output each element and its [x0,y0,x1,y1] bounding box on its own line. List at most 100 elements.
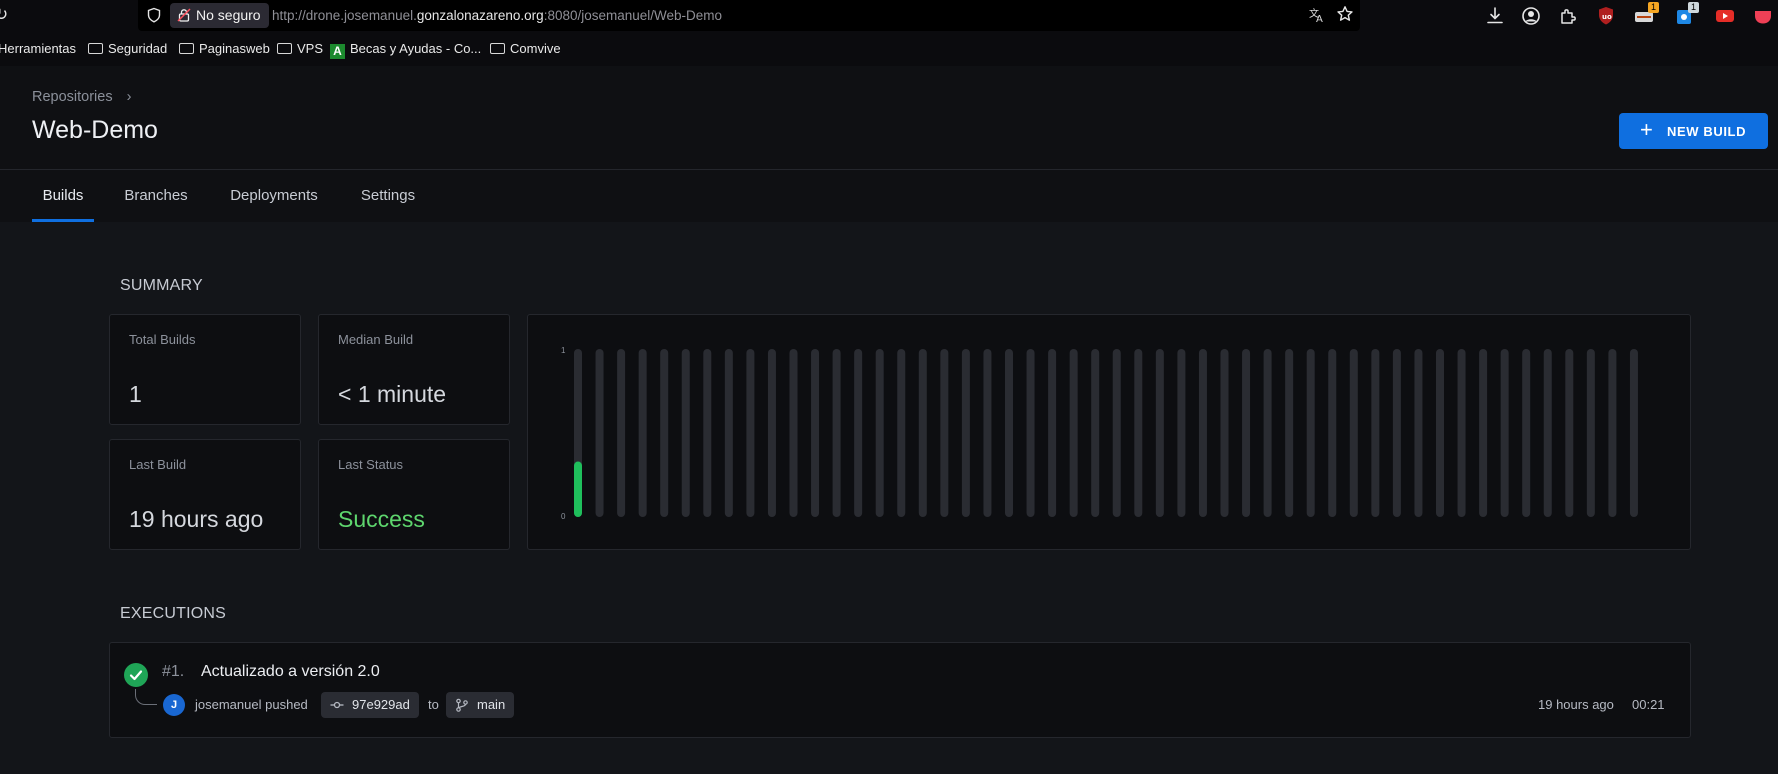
chart-bar-track [1457,349,1466,517]
reload-icon[interactable]: ↻ [0,5,14,25]
chart-bar-track [940,349,949,517]
becas-favicon-icon: A [330,44,345,59]
chart-bar-track [703,349,712,517]
build-history-chart-svg: 10 [561,346,1638,521]
chart-bar-track [832,349,841,517]
chart-bar-track [1349,349,1358,517]
median-build-card: Median Build < 1 minute [318,314,510,425]
new-build-label: NEW BUILD [1667,123,1747,139]
extension-orange-icon[interactable]: 1 [1633,2,1659,27]
svg-text:uo: uo [1602,13,1612,21]
chart-bar-track [1522,349,1531,517]
build-history-chart: 10 [527,314,1691,550]
chart-bar-track [1242,349,1251,517]
chart-bar-track [1565,349,1574,517]
median-build-label: Median Build [338,332,414,347]
last-build-card: Last Build 19 hours ago [109,439,301,550]
chart-bar-track [617,349,626,517]
avatar: J [163,694,185,716]
translate-icon[interactable]: 文 A [1308,6,1326,24]
not-secure-label: No seguro [196,7,261,23]
build-duration: 00:21 [1632,697,1665,712]
chart-bar-track [789,349,798,517]
downloads-icon[interactable] [1484,5,1506,27]
last-status-card: Last Status Success [318,439,510,550]
account-icon[interactable] [1520,5,1542,27]
not-secure-indicator[interactable]: No seguro [170,3,269,28]
extension-blue-icon[interactable]: 1 [1673,2,1699,27]
chart-bar-track [1392,349,1401,517]
youtube-icon[interactable] [1714,5,1736,27]
chart-bar-track [1306,349,1315,517]
bookmark-paginasweb[interactable]: Paginasweb [179,37,270,61]
chart-bar-track [724,349,733,517]
breadcrumb-repositories[interactable]: Repositories [32,89,113,105]
chart-bar-track [767,349,776,517]
bookmarks-bar: Herramientas Seguridad Paginasweb VPS AB… [0,37,1778,61]
last-build-value: 19 hours ago [129,506,264,532]
url-text[interactable]: http://drone.josemanuel.gonzalonazareno.… [272,0,722,31]
success-check-icon [124,663,148,687]
execution-row[interactable]: #1. Actualizado a versión 2.0 J josemanu… [109,642,1691,738]
bookmark-star-icon[interactable] [1336,5,1354,23]
url-bar[interactable]: No seguro http://drone.josemanuel.gonzal… [138,0,1360,31]
ublock-icon[interactable]: uo [1595,5,1617,27]
commit-sha: 97e929ad [352,697,410,712]
chart-bar-track [1629,349,1638,517]
last-status-label: Last Status [338,457,404,472]
chart-bar-track [681,349,690,517]
build-action: pushed [265,697,308,712]
y-tick-label: 0 [561,512,566,521]
to-label: to [428,697,439,712]
chart-bar-track [746,349,755,517]
tab-deployments[interactable]: Deployments [223,170,325,222]
chart-bar-track [1371,349,1380,517]
chart-bar-track [961,349,970,517]
chart-bar-track [1048,349,1057,517]
folder-icon [277,43,292,54]
extensions-icon[interactable] [1557,5,1579,27]
tab-builds[interactable]: Builds [32,170,94,222]
chart-bar-track [1069,349,1078,517]
chart-bar[interactable] [574,461,582,517]
extension-badge: 1 [1648,2,1659,13]
chart-bar-track [1436,349,1444,517]
pocket-icon[interactable] [1752,5,1774,27]
branch-chip[interactable]: main [446,692,515,718]
extension-badge-2: 1 [1688,2,1699,13]
chart-bar-track [1328,349,1337,517]
chart-bar-track [811,349,820,517]
chart-bar-track [1543,349,1552,517]
chart-bar-track [897,349,906,517]
bookmark-vps[interactable]: VPS [277,37,323,61]
folder-icon [490,43,505,54]
svg-text:A: A [1316,14,1323,24]
bookmark-herramientas[interactable]: Herramientas [0,37,76,61]
build-message[interactable]: Actualizado a versión 2.0 [201,663,380,681]
chart-bar-track [595,349,604,517]
commit-icon [330,701,344,709]
browser-toolbar: ↻ No seguro http://drone.josemanuel.gonz… [0,0,1778,66]
y-tick-label: 1 [561,346,566,355]
tab-settings[interactable]: Settings [352,170,424,222]
insecure-lock-icon [177,8,191,22]
chart-bar-track [1414,349,1423,517]
last-status-value: Success [338,506,425,532]
shield-icon[interactable] [146,7,162,23]
last-build-label: Last Build [129,457,187,472]
branch-name: main [477,697,506,712]
checkmark-icon [129,670,143,681]
total-builds-card: Total Builds 1 [109,314,301,425]
tree-connector [135,689,157,705]
chart-bar-track [1091,349,1100,517]
new-build-button[interactable]: + NEW BUILD [1619,113,1768,149]
bookmark-seguridad[interactable]: Seguridad [88,37,167,61]
bookmark-becas[interactable]: A Becas y Ayudas - Co... [330,37,481,61]
bookmark-comvive[interactable]: Comvive [490,37,561,61]
chart-bar-track [638,349,647,517]
commit-chip[interactable]: 97e929ad [321,692,419,718]
breadcrumb: Repositories › [32,89,131,105]
folder-icon [179,43,194,54]
chart-bar-track [1155,349,1164,517]
tab-branches[interactable]: Branches [114,170,198,222]
